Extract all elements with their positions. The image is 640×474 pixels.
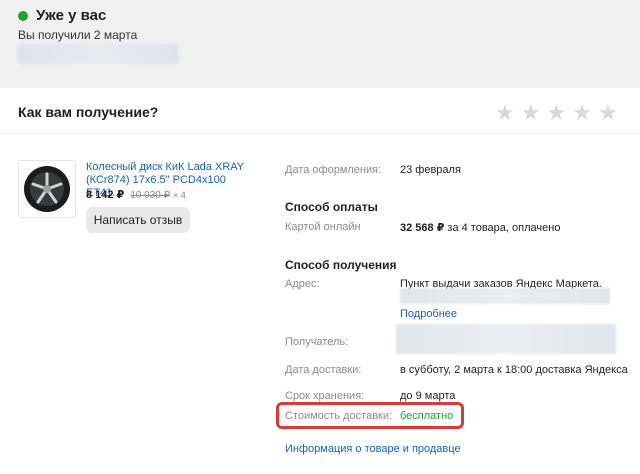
- status-panel: Уже у вас Вы получили 2 марта: [0, 0, 640, 88]
- star-icon[interactable]: ★: [572, 102, 592, 124]
- star-icon[interactable]: ★: [495, 102, 515, 124]
- product-old-price: 10 030 ₽: [130, 190, 170, 201]
- star-icon[interactable]: ★: [598, 102, 618, 124]
- rating-title: Как вам получение?: [18, 104, 159, 120]
- payment-amount-note: за 4 товара, оплачено: [444, 222, 561, 234]
- delivery-date-value: в субботу, 2 марта к 18:00 доставка Янде…: [400, 364, 628, 376]
- delivery-title: Способ получения: [285, 258, 397, 272]
- divider: [0, 133, 640, 134]
- wheel-icon: [24, 166, 70, 212]
- write-review-button[interactable]: Написать отзыв: [86, 207, 190, 233]
- status-title: Уже у вас: [36, 7, 107, 24]
- status-header: Уже у вас: [18, 7, 106, 24]
- payment-title: Способ оплаты: [285, 200, 378, 214]
- status-dot-icon: [18, 10, 28, 21]
- product-price: 8 142 ₽: [86, 189, 125, 201]
- redacted-recipient: [396, 324, 616, 354]
- star-icon[interactable]: ★: [521, 102, 541, 124]
- address-label: Адрес:: [285, 278, 320, 290]
- order-date-label: Дата оформления:: [285, 164, 382, 176]
- more-details-link[interactable]: Подробнее: [400, 308, 457, 320]
- storage-label: Срок хранения:: [285, 390, 365, 402]
- delivery-date-label: Дата доставки:: [285, 364, 362, 376]
- redacted-block: [18, 44, 178, 64]
- rating-stars[interactable]: ★ ★ ★ ★ ★: [495, 102, 624, 124]
- payment-amount: 32 568 ₽ за 4 товара, оплачено: [400, 221, 560, 234]
- status-subtitle: Вы получили 2 марта: [18, 28, 138, 42]
- product-seller-info-link[interactable]: Информация о товаре и продавце: [285, 443, 461, 455]
- order-date-value: 23 февраля: [400, 164, 461, 176]
- highlight-box: [276, 402, 464, 429]
- product-image[interactable]: [18, 160, 76, 218]
- recipient-label: Получатель:: [285, 336, 349, 348]
- payment-amount-value: 32 568 ₽: [400, 222, 445, 234]
- price-row: 8 142 ₽ 10 030 ₽ × 4: [86, 188, 186, 201]
- redacted-address: [400, 288, 610, 304]
- star-icon[interactable]: ★: [546, 102, 566, 124]
- payment-method-label: Картой онлайн: [285, 221, 361, 233]
- product-quantity: × 4: [172, 190, 186, 200]
- storage-value: до 9 марта: [400, 390, 456, 402]
